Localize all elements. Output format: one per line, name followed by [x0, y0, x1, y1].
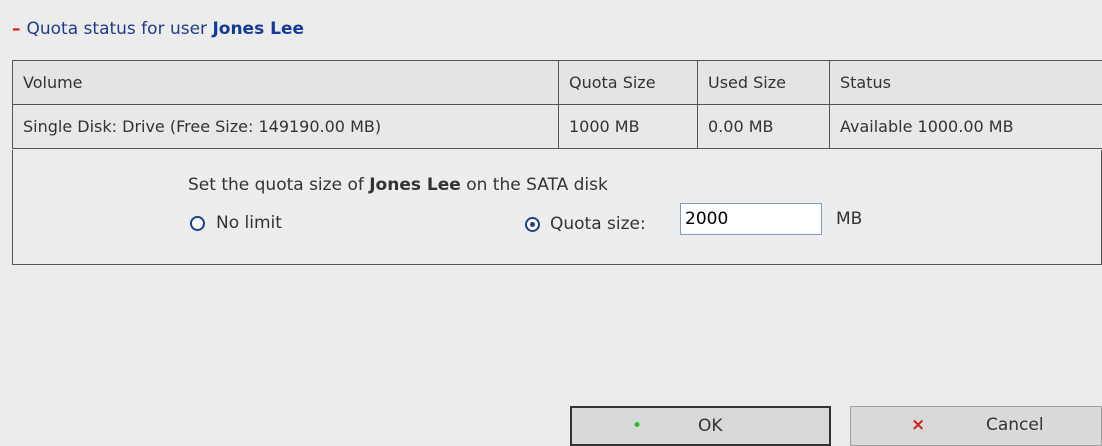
- table-header-row: Volume Quota Size Used Size Status: [13, 61, 1102, 105]
- quota-size-label[interactable]: Quota size:: [550, 214, 646, 234]
- quota-setting-label-user: Jones Lee: [369, 175, 461, 195]
- quota-setting-panel: Set the quota size of Jones Lee on the S…: [12, 150, 1102, 265]
- collapse-toggle-icon[interactable]: –: [12, 19, 21, 39]
- quota-table: Volume Quota Size Used Size Status Singl…: [12, 60, 1102, 149]
- cell-volume: Single Disk: Drive (Free Size: 149190.00…: [13, 105, 559, 149]
- column-header-status: Status: [830, 61, 1102, 105]
- section-header[interactable]: –Quota status for user Jones Lee: [12, 19, 304, 39]
- ok-button[interactable]: • OK: [570, 406, 831, 446]
- table-row: Single Disk: Drive (Free Size: 149190.00…: [13, 105, 1102, 149]
- column-header-used-size: Used Size: [698, 61, 830, 105]
- quota-setting-label: Set the quota size of Jones Lee on the S…: [188, 175, 608, 195]
- section-header-username: Jones Lee: [212, 19, 304, 39]
- section-header-label: Quota status for user: [27, 19, 208, 39]
- cancel-button-label: Cancel: [986, 417, 1044, 434]
- ok-button-label: OK: [698, 418, 723, 435]
- quota-setting-label-suffix: on the SATA disk: [466, 175, 608, 195]
- no-limit-radio[interactable]: [190, 216, 205, 231]
- cancel-button[interactable]: × Cancel: [850, 406, 1102, 446]
- cancel-x-icon: ×: [911, 417, 925, 434]
- quota-size-radio[interactable]: [525, 217, 540, 232]
- column-header-volume: Volume: [13, 61, 559, 105]
- quota-size-input[interactable]: [680, 203, 822, 235]
- cell-status: Available 1000.00 MB: [830, 105, 1102, 149]
- quota-unit-label: MB: [836, 209, 862, 229]
- quota-setting-label-prefix: Set the quota size of: [188, 175, 364, 195]
- cell-quota-size: 1000 MB: [559, 105, 698, 149]
- ok-dot-icon: •: [632, 418, 642, 435]
- no-limit-label[interactable]: No limit: [216, 213, 282, 233]
- column-header-quota-size: Quota Size: [559, 61, 698, 105]
- cell-used-size: 0.00 MB: [698, 105, 830, 149]
